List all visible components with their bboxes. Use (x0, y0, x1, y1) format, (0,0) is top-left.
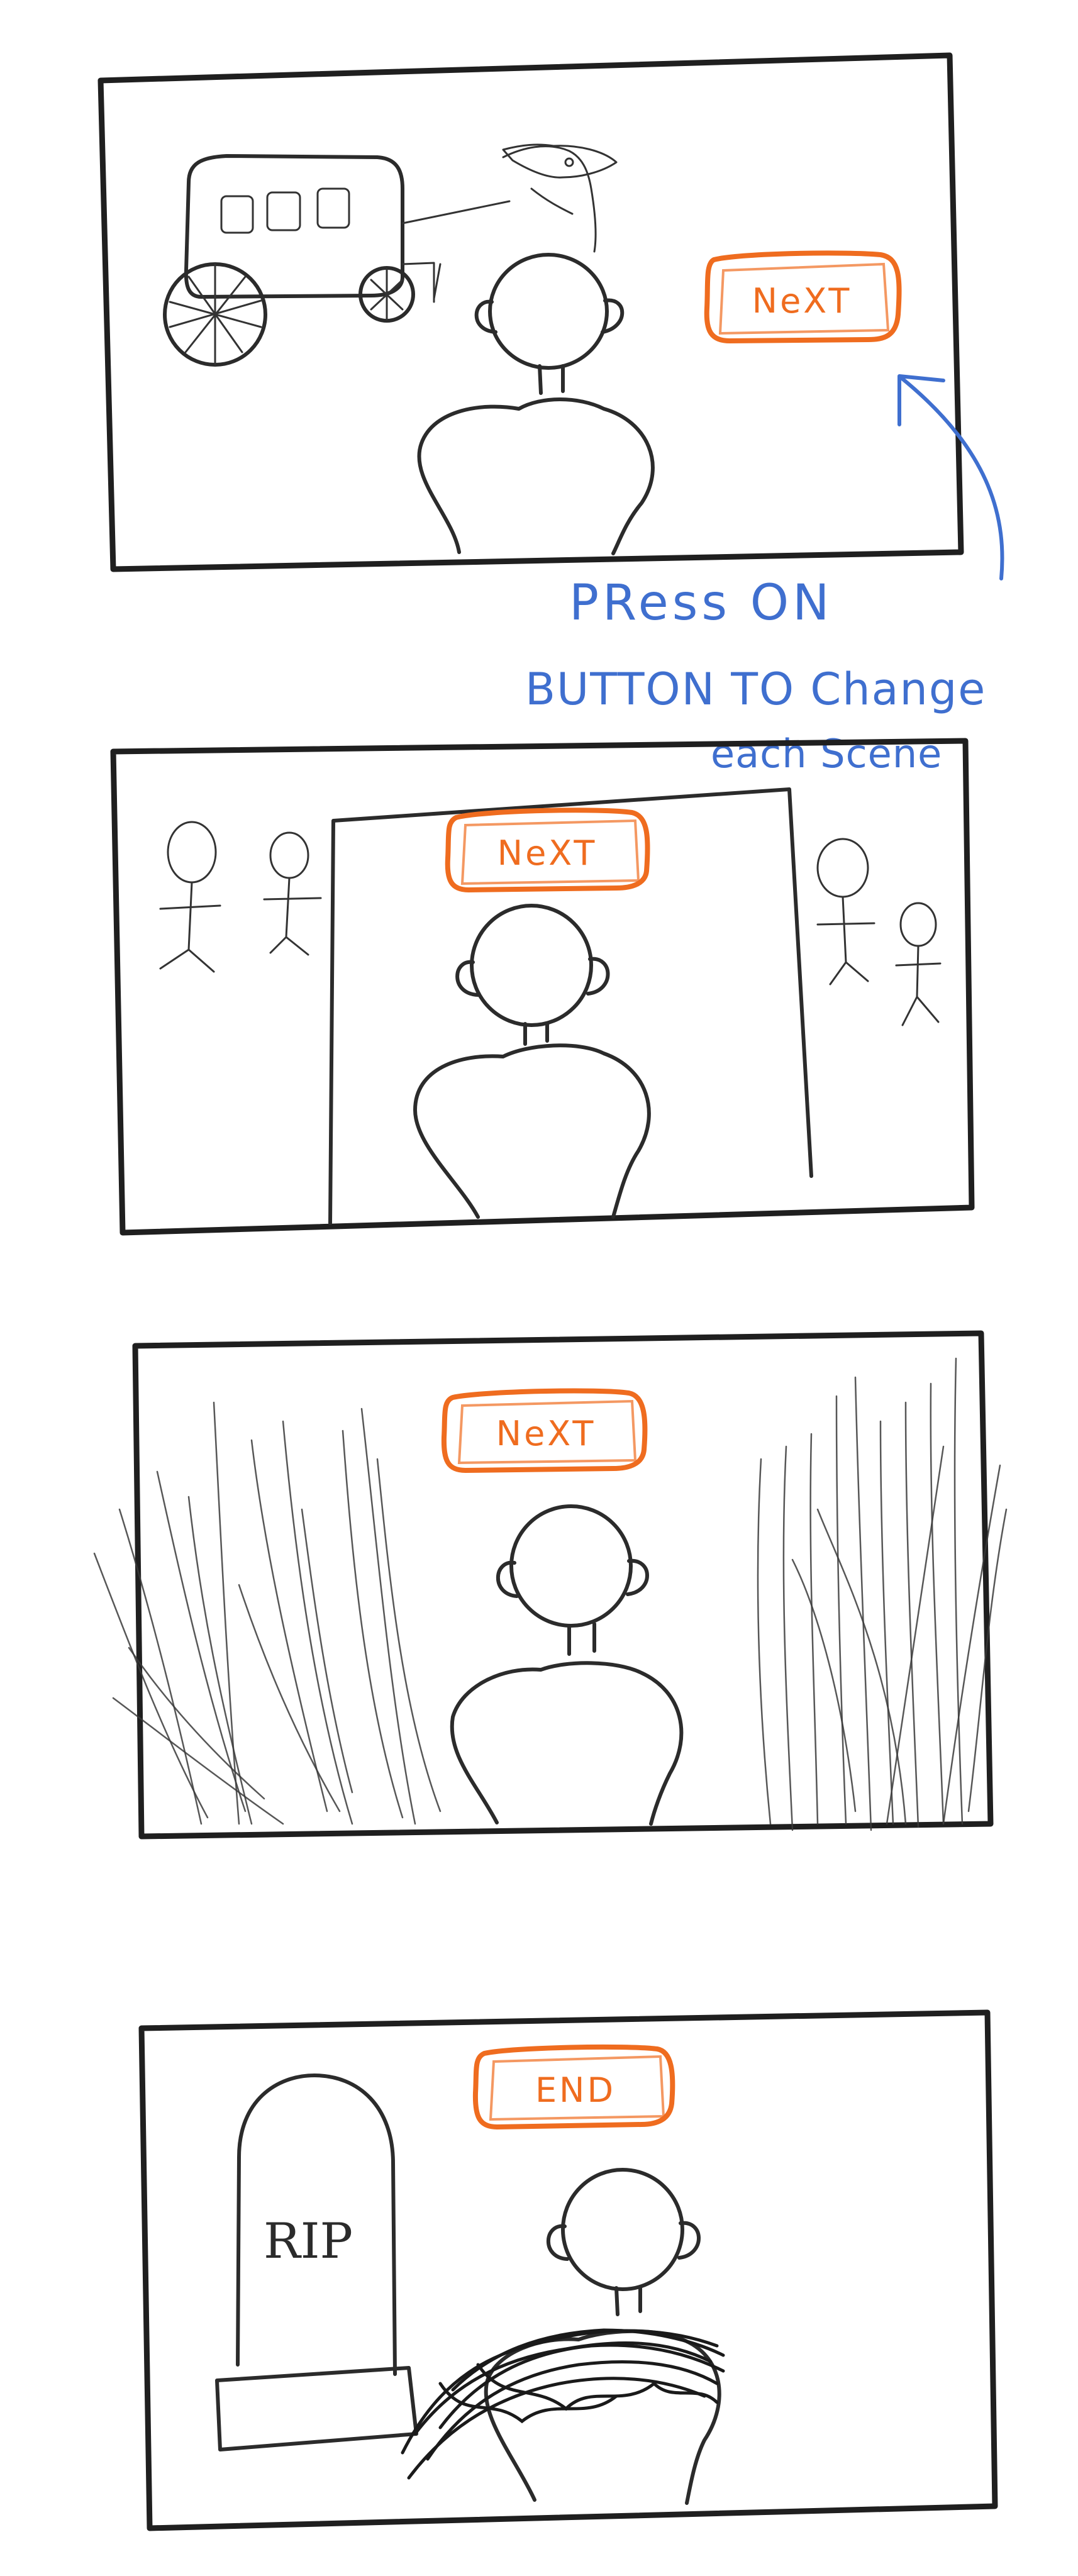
carriage-shaft (401, 200, 511, 303)
grass-blade (301, 1508, 353, 1794)
next-button-3-label: NeXT (496, 1414, 596, 1453)
instruction-line-3: each Scene (711, 731, 942, 777)
grass-right (757, 1357, 1008, 1831)
next-button-1[interactable]: NeXT (704, 250, 902, 343)
grass-blade (809, 1433, 819, 1825)
tombstone-drawing: RIP (215, 2074, 418, 2451)
character-3-neck (567, 1622, 596, 1656)
grass-blade (128, 1646, 265, 1800)
stick-figure-1-head (167, 821, 217, 884)
carriage-window-2 (266, 191, 301, 231)
stick-figure-2-body (263, 877, 322, 956)
instruction-line-2: BUTTON TO Change (525, 663, 986, 715)
tombstone-base (215, 2366, 418, 2451)
horse-eye (564, 157, 574, 167)
tombstone-label: RIP (264, 2213, 353, 2270)
character-2 (413, 904, 651, 1219)
grass-blade (930, 1382, 945, 1825)
character-4 (401, 2168, 725, 2505)
grass-blade (156, 1470, 247, 1813)
character-2-body (413, 1043, 651, 1219)
grass-blade (835, 1395, 847, 1825)
character-2-head (470, 904, 593, 1027)
grass-blade (213, 1401, 240, 1825)
character-3 (450, 1504, 684, 1826)
character-1-body (417, 397, 655, 555)
grass-blade (757, 1458, 772, 1825)
grass-blade (250, 1439, 328, 1813)
horse-drawing (433, 143, 618, 300)
grass-blade (904, 1401, 920, 1828)
end-button-label: END (535, 2070, 616, 2110)
scribble-stroke (426, 2360, 719, 2461)
stick-figure-4-body (895, 945, 942, 1026)
next-button-1-label: NeXT (752, 281, 852, 321)
grass-blade (360, 1407, 416, 1825)
grass-blade (854, 1376, 872, 1831)
character-1-neck (538, 364, 565, 395)
grass-blade (782, 1445, 794, 1831)
next-button-3[interactable]: NeXT (441, 1388, 648, 1473)
character-4-head (561, 2168, 684, 2291)
grass-blade (879, 1420, 894, 1825)
instruction-line-1: PRess ON (569, 575, 833, 631)
stick-figure-3-body (816, 896, 875, 985)
storyboard-canvas: NeXT PRess ON BUTTON TO Change each Scen… (93, 52, 1008, 2531)
grass-blade (791, 1558, 857, 1813)
character-3-body (450, 1661, 684, 1826)
panel-3: NeXT (93, 1330, 1008, 1840)
panel-1: NeXT (97, 52, 964, 572)
instruction-arrow (899, 375, 1004, 580)
panel-2: NeXT (110, 738, 975, 1236)
grass-blade (953, 1357, 964, 1825)
grass-blade (187, 1496, 253, 1825)
instruction-note: PRess ON BUTTON TO Change each Scene (525, 374, 1004, 777)
carriage-window-3 (316, 187, 350, 229)
carriage-drawing (163, 154, 511, 367)
grass-blade (342, 1430, 404, 1819)
carriage-window-1 (220, 195, 254, 234)
grass-left (93, 1401, 442, 1825)
stick-figure-3-head (816, 838, 869, 898)
grass-blade (238, 1584, 341, 1813)
next-button-2[interactable]: NeXT (445, 808, 650, 892)
character-1 (417, 253, 655, 555)
stick-figure-4-head (899, 902, 937, 947)
stick-figure-1-body (159, 881, 221, 973)
grass-blade (118, 1508, 203, 1825)
end-button[interactable]: END (472, 2044, 675, 2129)
character-3-head (509, 1504, 633, 1628)
wheel-spokes-back (169, 263, 262, 366)
next-button-2-label: NeXT (497, 833, 597, 873)
character-4-cloak-scribble (401, 2328, 725, 2480)
character-1-head (488, 253, 609, 370)
panel-4: RIP END (138, 2009, 998, 2531)
stick-figure-2-head (269, 831, 309, 879)
